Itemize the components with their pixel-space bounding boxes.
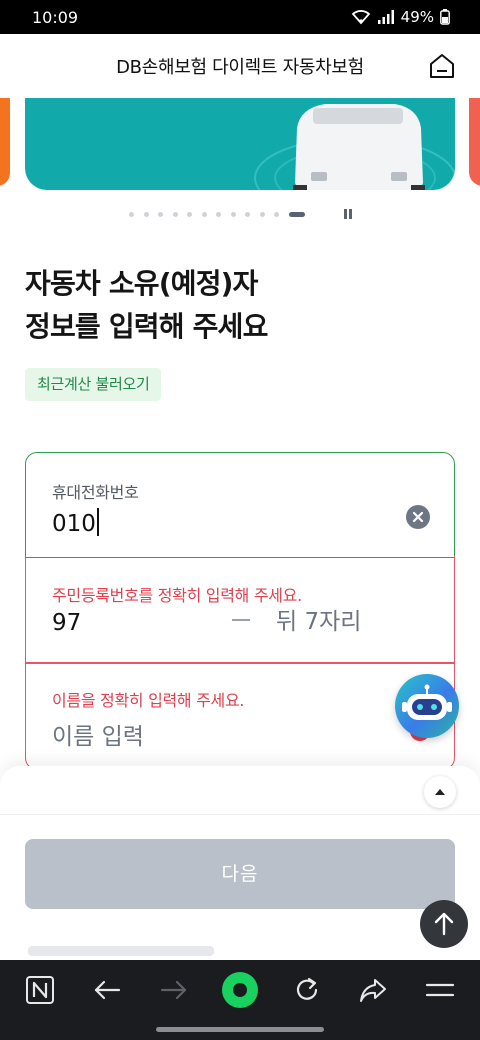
- carousel-dot[interactable]: [129, 212, 134, 217]
- browser-toolbar: [0, 960, 480, 1040]
- carousel-dot-active[interactable]: [288, 212, 305, 217]
- ssn-error-message: 주민등록번호를 정확히 입력해 주세요.: [52, 586, 302, 605]
- refresh-button[interactable]: [291, 974, 323, 1006]
- owner-info-form: 휴대전화번호 010 주민등록번호를 정확히 입력해 주세요. 97 뒤 7자리…: [25, 452, 455, 770]
- pause-icon[interactable]: [342, 208, 354, 220]
- arrow-up-icon: [434, 912, 454, 936]
- banner-slide-prev[interactable]: [0, 98, 10, 186]
- ssn-front-input[interactable]: 97: [52, 610, 81, 636]
- menu-button[interactable]: [424, 974, 456, 1006]
- name-error-message: 이름을 정확히 입력해 주세요.: [52, 691, 245, 710]
- carousel-indicator[interactable]: [0, 208, 480, 220]
- robot-icon: [402, 684, 452, 720]
- carousel-dot[interactable]: [158, 212, 163, 217]
- back-button[interactable]: [91, 974, 123, 1006]
- carousel-dot[interactable]: [274, 212, 279, 217]
- naver-button[interactable]: [24, 974, 56, 1006]
- carousel-dot[interactable]: [187, 212, 192, 217]
- app-header: DB손해보험 다이렉트 자동차보험: [0, 34, 480, 98]
- carousel-dot[interactable]: [201, 212, 207, 217]
- banner-slide-next[interactable]: [469, 98, 480, 186]
- phone-value: 010: [52, 511, 96, 537]
- carousel-dot[interactable]: [245, 212, 250, 217]
- arrow-left-icon: [94, 980, 121, 1000]
- gesture-handle[interactable]: [156, 1027, 324, 1032]
- arrow-right-icon: [160, 980, 187, 1000]
- carousel-dot[interactable]: [172, 212, 178, 217]
- clear-button[interactable]: [406, 505, 430, 529]
- scroll-to-top-button[interactable]: [420, 900, 468, 948]
- share-button[interactable]: [357, 974, 389, 1006]
- carousel-dot[interactable]: [230, 212, 236, 217]
- refresh-icon: [296, 977, 318, 1000]
- text-caret: [96, 508, 99, 536]
- carousel-dot[interactable]: [143, 212, 149, 217]
- status-time: 10:09: [32, 7, 79, 27]
- ssn-field[interactable]: 주민등록번호를 정확히 입력해 주세요. 97 뒤 7자리: [25, 556, 455, 664]
- name-input[interactable]: 이름 입력: [52, 717, 144, 751]
- naver-n-icon: [26, 976, 54, 1004]
- banner-slide-current[interactable]: [25, 98, 455, 190]
- status-icons: 49%: [351, 8, 450, 26]
- form-heading: 자동차 소유(예정)자 정보를 입력해 주세요: [25, 262, 455, 348]
- chatbot-button[interactable]: [395, 674, 459, 738]
- home-button[interactable]: [428, 52, 456, 80]
- clear-icon: [412, 511, 424, 523]
- phone-field[interactable]: 휴대전화번호 010: [25, 452, 455, 558]
- status-bar: 10:09 49%: [0, 0, 480, 34]
- bottom-sheet: 다음: [0, 766, 480, 960]
- carousel-dot[interactable]: [216, 212, 221, 217]
- hamburger-menu-icon: [425, 983, 455, 997]
- next-button[interactable]: 다음: [25, 839, 455, 909]
- page-title: DB손해보험 다이렉트 자동차보험: [116, 57, 364, 78]
- ssn-separator: [232, 619, 250, 621]
- battery-icon: [440, 9, 450, 25]
- green-dot-icon: [222, 972, 258, 1008]
- headline-line-1: 자동차 소유(예정)자: [25, 267, 258, 300]
- home-icon: [430, 54, 454, 78]
- phone-label: 휴대전화번호: [52, 483, 139, 502]
- banner-carousel[interactable]: [0, 98, 480, 198]
- divider: [0, 814, 480, 815]
- chevron-up-icon: [435, 789, 445, 795]
- headline-line-2: 정보를 입력해 주세요: [25, 310, 268, 343]
- phone-input[interactable]: 010: [52, 508, 99, 537]
- recall-recent-button[interactable]: 최근계산 불러오기: [25, 368, 162, 401]
- signal-icon: [377, 10, 394, 24]
- ssn-back-input[interactable]: 뒤 7자리: [276, 602, 361, 636]
- carousel-dot[interactable]: [259, 212, 265, 217]
- share-icon: [360, 979, 386, 1002]
- name-field[interactable]: 이름을 정확히 입력해 주세요. 이름 입력: [25, 662, 455, 770]
- wifi-icon: [351, 10, 370, 25]
- forward-button[interactable]: [158, 974, 190, 1006]
- car-illustration: [254, 104, 455, 190]
- battery-percentage: 49%: [400, 8, 434, 26]
- obscured-text: [28, 946, 214, 956]
- green-dot-button[interactable]: [222, 972, 258, 1008]
- sheet-toggle-button[interactable]: [424, 776, 456, 808]
